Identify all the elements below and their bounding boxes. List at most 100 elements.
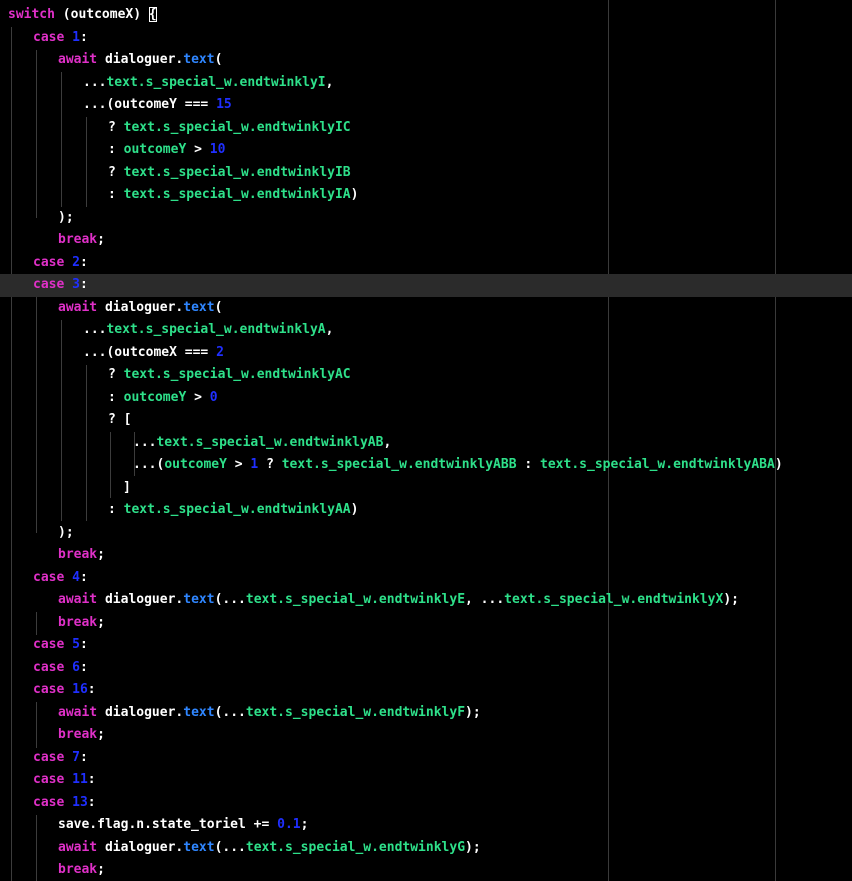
- code-token: ...: [133, 434, 157, 450]
- code-line[interactable]: await dialoguer.text(...text.s_special_w…: [0, 837, 852, 860]
- code-line[interactable]: );: [0, 522, 852, 545]
- code-token: outcomeY: [123, 142, 187, 157]
- code-line[interactable]: break;: [0, 724, 852, 747]
- code-line[interactable]: case 1:: [0, 27, 852, 50]
- code-line[interactable]: ...text.s_special_w.endtwinklyA,: [0, 319, 852, 342]
- code-token: dialoguer.: [104, 52, 184, 67]
- code-token: case: [33, 569, 73, 585]
- code-line[interactable]: break;: [0, 612, 852, 635]
- code-token: dialoguer.: [104, 704, 184, 720]
- code-token: text.s_special_w.endtwinklyAB: [156, 434, 384, 450]
- code-token: >: [186, 142, 210, 157]
- code-token: 2: [72, 254, 80, 270]
- code-token: text.s_special_w.endtwinklyIB: [123, 164, 351, 180]
- code-token: :: [79, 659, 88, 675]
- code-token: 2: [216, 344, 224, 360]
- code-token: :: [87, 794, 96, 810]
- code-line[interactable]: : outcomeY > 10: [0, 139, 852, 162]
- code-line[interactable]: ? text.s_special_w.endtwinklyIB: [0, 162, 852, 185]
- code-line[interactable]: case 2:: [0, 252, 852, 275]
- code-token: case: [33, 254, 73, 270]
- code-token: ): [350, 502, 359, 517]
- code-token: 15: [216, 97, 232, 112]
- code-line[interactable]: await dialoguer.text(: [0, 49, 852, 72]
- code-line[interactable]: ? [: [0, 409, 852, 432]
- code-line[interactable]: case 7:: [0, 747, 852, 770]
- code-token: case: [33, 794, 73, 810]
- code-line[interactable]: case 16:: [0, 679, 852, 702]
- code-line[interactable]: ...(outcomeY > 1 ? text.s_special_w.endt…: [0, 454, 852, 477]
- code-token: 5: [72, 637, 80, 652]
- code-line[interactable]: break;: [0, 859, 852, 881]
- code-line[interactable]: await dialoguer.text(...text.s_special_w…: [0, 702, 852, 725]
- code-line[interactable]: break;: [0, 229, 852, 252]
- code-token: case: [33, 29, 73, 45]
- code-token: ...(: [133, 457, 165, 472]
- code-token: :: [79, 277, 88, 292]
- code-token: ;: [300, 817, 309, 832]
- code-token: 16: [72, 682, 88, 697]
- code-editor[interactable]: switch (outcomeX) {case 1: await dialogue…: [0, 0, 852, 881]
- code-token: text.s_special_w.endtwinklyABB: [281, 457, 517, 472]
- code-token: ...: [83, 322, 107, 337]
- code-line[interactable]: case 4:: [0, 567, 852, 590]
- code-token: ): [350, 187, 359, 202]
- code-line[interactable]: case 13:: [0, 792, 852, 815]
- code-token: text: [183, 839, 215, 855]
- code-token: ,: [325, 322, 334, 337]
- code-line[interactable]: case 11:: [0, 769, 852, 792]
- code-token: ,: [383, 434, 392, 450]
- code-token: ,: [325, 74, 334, 90]
- code-line[interactable]: );: [0, 207, 852, 230]
- code-token: 1: [72, 29, 80, 45]
- code-line[interactable]: ? text.s_special_w.endtwinklyAC: [0, 364, 852, 387]
- code-token: ?: [258, 457, 282, 472]
- code-token: :: [79, 29, 88, 45]
- code-line[interactable]: ...(outcomeX === 2: [0, 342, 852, 365]
- code-line[interactable]: await dialoguer.text(...text.s_special_w…: [0, 589, 852, 612]
- code-token: :: [79, 749, 88, 765]
- code-token: break: [58, 614, 98, 630]
- code-line[interactable]: : text.s_special_w.endtwinklyAA): [0, 499, 852, 522]
- code-token: await: [58, 592, 105, 607]
- code-token: ...(outcomeY ===: [83, 97, 217, 112]
- code-line[interactable]: break;: [0, 544, 852, 567]
- code-token: :: [87, 682, 96, 697]
- code-token: 3: [72, 277, 80, 292]
- code-token: );: [465, 839, 481, 855]
- code-token: text.s_special_w.endtwinklyA: [106, 322, 326, 337]
- code-token: break: [58, 727, 98, 742]
- code-line[interactable]: : outcomeY > 0: [0, 387, 852, 410]
- code-line[interactable]: ]: [0, 477, 852, 500]
- code-line[interactable]: case 3:: [0, 274, 852, 297]
- code-token: text: [183, 704, 215, 720]
- code-token: ;: [97, 614, 105, 630]
- code-line[interactable]: save.flag.n.state_toriel += 0.1;: [0, 814, 852, 837]
- code-line[interactable]: ? text.s_special_w.endtwinklyIC: [0, 117, 852, 140]
- code-token: 13: [72, 794, 88, 810]
- code-line[interactable]: await dialoguer.text(: [0, 297, 852, 320]
- code-line[interactable]: ...text.s_special_w.endtwinklyAB,: [0, 432, 852, 455]
- code-line[interactable]: : text.s_special_w.endtwinklyIA): [0, 184, 852, 207]
- code-token: ;: [97, 232, 105, 247]
- code-token: case: [33, 637, 73, 652]
- code-token: case: [33, 749, 73, 765]
- code-line[interactable]: switch (outcomeX) {: [0, 4, 852, 27]
- code-token: case: [33, 682, 73, 697]
- code-token: text.s_special_w.endtwinklyG: [245, 839, 466, 855]
- code-token: ): [774, 457, 783, 472]
- code-token: ]: [123, 479, 131, 495]
- code-token: :: [108, 187, 124, 202]
- code-line[interactable]: case 5:: [0, 634, 852, 657]
- code-token: case: [33, 659, 73, 675]
- code-token: text.s_special_w.endtwinklyABA: [540, 457, 775, 472]
- code-token: +=: [245, 817, 278, 832]
- code-token: outcomeY: [123, 389, 187, 405]
- code-line[interactable]: ...(outcomeY === 15: [0, 94, 852, 117]
- code-line[interactable]: ...text.s_special_w.endtwinklyI,: [0, 72, 852, 95]
- code-token: :: [108, 142, 124, 157]
- code-line[interactable]: case 6:: [0, 657, 852, 680]
- code-token: (outcomeX): [54, 7, 149, 22]
- code-token: ...(outcomeX ===: [83, 344, 217, 360]
- code-token: break: [58, 232, 98, 247]
